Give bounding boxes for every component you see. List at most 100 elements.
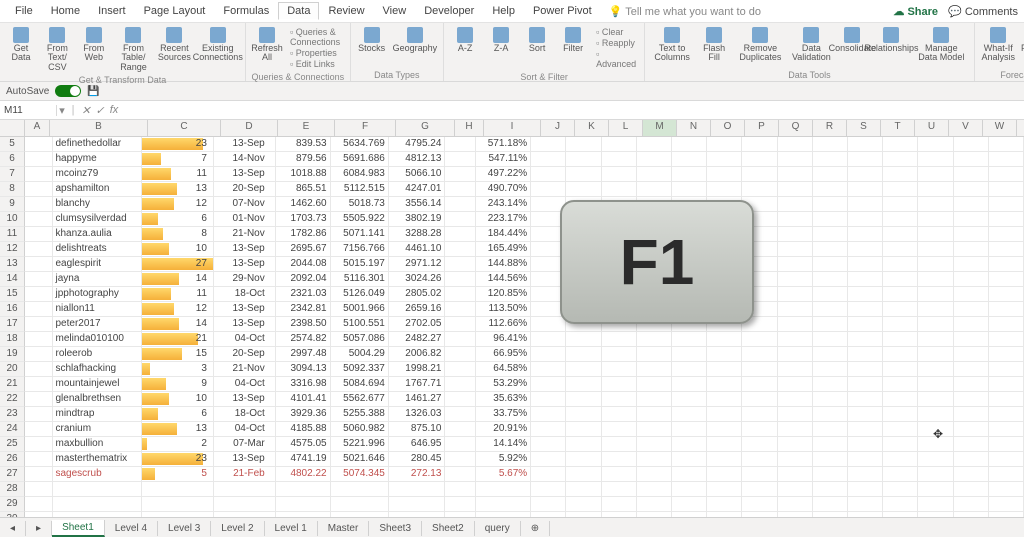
cell-J28[interactable]: [531, 482, 566, 497]
cell-F10[interactable]: 5505.922: [331, 212, 389, 227]
cell-I9[interactable]: 243.14%: [476, 197, 531, 212]
cell-F6[interactable]: 5691.686: [331, 152, 389, 167]
cell-K5[interactable]: [566, 137, 601, 152]
cell-R9[interactable]: [813, 197, 848, 212]
cell-R26[interactable]: [813, 452, 848, 467]
cell-V12[interactable]: [954, 242, 989, 257]
cell-N22[interactable]: [672, 392, 707, 407]
col-header-K[interactable]: K: [575, 120, 609, 136]
row-header-9[interactable]: 9: [0, 197, 25, 212]
cell-T28[interactable]: [883, 482, 918, 497]
cell-J21[interactable]: [531, 377, 566, 392]
cell-V8[interactable]: [954, 182, 989, 197]
row-header-16[interactable]: 16: [0, 302, 25, 317]
cell-A10[interactable]: [25, 212, 53, 227]
col-header-U[interactable]: U: [915, 120, 949, 136]
cell-C14[interactable]: 14: [142, 272, 214, 287]
cell-U12[interactable]: [918, 242, 953, 257]
cell-I26[interactable]: 5.92%: [476, 452, 531, 467]
cell-J27[interactable]: [531, 467, 566, 482]
cell-Q22[interactable]: [778, 392, 813, 407]
cell-Q14[interactable]: [778, 272, 813, 287]
cell-W18[interactable]: [989, 332, 1024, 347]
row-header-22[interactable]: 22: [0, 392, 25, 407]
menu-tab-view[interactable]: View: [374, 2, 416, 20]
cell-U28[interactable]: [918, 482, 953, 497]
cell-G22[interactable]: 1461.27: [389, 392, 446, 407]
cell-A17[interactable]: [25, 317, 53, 332]
menu-tab-review[interactable]: Review: [319, 2, 373, 20]
cell-I11[interactable]: 184.44%: [476, 227, 531, 242]
cell-R25[interactable]: [813, 437, 848, 452]
cell-Q20[interactable]: [778, 362, 813, 377]
cell-E7[interactable]: 1018.88: [276, 167, 331, 182]
cell-E13[interactable]: 2044.08: [276, 257, 331, 272]
cell-A29[interactable]: [25, 497, 53, 512]
cell-Q15[interactable]: [778, 287, 813, 302]
cell-D23[interactable]: 18-Oct: [214, 407, 276, 422]
cell-O28[interactable]: [707, 482, 742, 497]
cell-E17[interactable]: 2398.50: [276, 317, 331, 332]
cell-I15[interactable]: 120.85%: [476, 287, 531, 302]
cell-W20[interactable]: [989, 362, 1024, 377]
cell-E21[interactable]: 3316.98: [276, 377, 331, 392]
cell-A23[interactable]: [25, 407, 53, 422]
cell-R18[interactable]: [813, 332, 848, 347]
cell-T7[interactable]: [883, 167, 918, 182]
cell-U10[interactable]: [918, 212, 953, 227]
ribbon-z-a[interactable]: Z-A: [484, 25, 518, 71]
cell-H9[interactable]: [445, 197, 476, 212]
ribbon-edit-links[interactable]: ▫ Edit Links: [290, 59, 342, 69]
cell-E28[interactable]: [276, 482, 331, 497]
cell-K7[interactable]: [566, 167, 601, 182]
cell-K28[interactable]: [566, 482, 601, 497]
cell-E19[interactable]: 2997.48: [276, 347, 331, 362]
cell-B26[interactable]: masterthematrix: [53, 452, 143, 467]
cell-D10[interactable]: 01-Nov: [214, 212, 276, 227]
cell-Q16[interactable]: [778, 302, 813, 317]
cell-H28[interactable]: [445, 482, 476, 497]
cell-U30[interactable]: [918, 512, 953, 517]
cell-N8[interactable]: [672, 182, 707, 197]
cell-V7[interactable]: [954, 167, 989, 182]
cell-D7[interactable]: 13-Sep: [214, 167, 276, 182]
cell-A11[interactable]: [25, 227, 53, 242]
cell-G7[interactable]: 5066.10: [389, 167, 446, 182]
ribbon-queries-connections[interactable]: ▫ Queries & Connections: [290, 27, 342, 47]
cell-T25[interactable]: [883, 437, 918, 452]
cell-N5[interactable]: [672, 137, 707, 152]
cell-U14[interactable]: [918, 272, 953, 287]
cell-K19[interactable]: [566, 347, 601, 362]
cell-O18[interactable]: [707, 332, 742, 347]
cell-S14[interactable]: [848, 272, 883, 287]
cell-G9[interactable]: 3556.14: [389, 197, 446, 212]
cell-N20[interactable]: [672, 362, 707, 377]
cell-B5[interactable]: definethedollar: [53, 137, 143, 152]
cell-K25[interactable]: [566, 437, 601, 452]
cell-H19[interactable]: [445, 347, 476, 362]
cell-U19[interactable]: [918, 347, 953, 362]
cell-T18[interactable]: [883, 332, 918, 347]
cell-U29[interactable]: [918, 497, 953, 512]
cell-H15[interactable]: [445, 287, 476, 302]
cell-I24[interactable]: 20.91%: [476, 422, 531, 437]
cell-L29[interactable]: [602, 497, 637, 512]
cell-K27[interactable]: [566, 467, 601, 482]
cell-M19[interactable]: [637, 347, 672, 362]
sheet-tab-master[interactable]: Master: [318, 521, 370, 536]
cell-O26[interactable]: [707, 452, 742, 467]
cell-D20[interactable]: 21-Nov: [214, 362, 276, 377]
cell-S24[interactable]: [848, 422, 883, 437]
cell-V17[interactable]: [954, 317, 989, 332]
cell-A19[interactable]: [25, 347, 53, 362]
cell-B22[interactable]: glenalbrethsen: [53, 392, 143, 407]
cell-Q19[interactable]: [778, 347, 813, 362]
cell-U16[interactable]: [918, 302, 953, 317]
cell-D24[interactable]: 04-Oct: [214, 422, 276, 437]
cell-A14[interactable]: [25, 272, 53, 287]
ribbon-clear[interactable]: ▫ Clear: [596, 27, 636, 37]
cell-P23[interactable]: [742, 407, 777, 422]
row-header-24[interactable]: 24: [0, 422, 25, 437]
cell-P25[interactable]: [742, 437, 777, 452]
cell-C20[interactable]: 3: [142, 362, 214, 377]
